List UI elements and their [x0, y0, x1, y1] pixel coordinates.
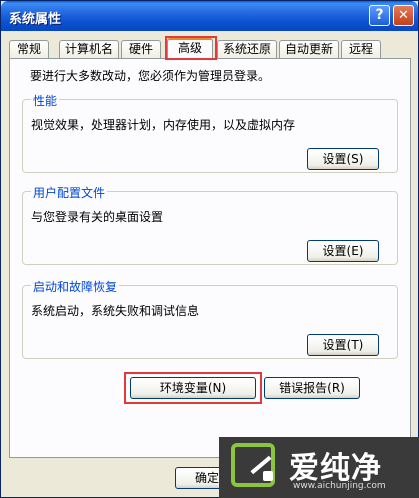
watermark-url: www.aichunjing.com: [293, 481, 386, 491]
tab-advanced[interactable]: 高级: [167, 38, 213, 59]
tab-system-restore[interactable]: 系统还原: [217, 40, 277, 58]
user-profiles-settings-button[interactable]: 设置(E): [307, 240, 379, 262]
system-properties-window: 系统属性 ? ✕ 常规 计算机名 硬件 高级 系统还原 自动更新 远程 要进行大…: [0, 0, 419, 498]
performance-group: 性能 视觉效果，处理器计划，内存使用，以及虚拟内存 设置(S): [22, 92, 398, 173]
advanced-panel: 要进行大多数改动，您必须作为管理员登录。 性能 视觉效果，处理器计划，内存使用，…: [9, 58, 411, 458]
tab-automatic-updates[interactable]: 自动更新: [279, 40, 339, 58]
tab-strip: 常规 计算机名 硬件 高级 系统还原 自动更新 远程: [9, 36, 409, 60]
watermark: 爱纯净 www.aichunjing.com: [219, 437, 419, 498]
window-title: 系统属性: [9, 12, 62, 27]
title-bar[interactable]: 系统属性 ? ✕: [1, 1, 418, 31]
user-profiles-description: 与您登录有关的桌面设置: [31, 210, 164, 224]
tab-remote[interactable]: 远程: [341, 40, 381, 58]
performance-description: 视觉效果，处理器计划，内存使用，以及虚拟内存: [31, 118, 296, 132]
tab-computer-name[interactable]: 计算机名: [59, 40, 119, 58]
help-button[interactable]: ?: [369, 5, 390, 26]
startup-recovery-title: 启动和故障恢复: [31, 278, 120, 295]
user-profiles-group: 用户配置文件 与您登录有关的桌面设置 设置(E): [22, 184, 398, 265]
startup-recovery-group: 启动和故障恢复 系统启动，系统失败和调试信息 设置(T): [22, 278, 398, 359]
user-profiles-title: 用户配置文件: [31, 184, 108, 201]
admin-note: 要进行大多数改动，您必须作为管理员登录。: [30, 69, 271, 83]
watermark-logo-icon: [231, 443, 275, 487]
close-button[interactable]: ✕: [393, 5, 414, 26]
startup-recovery-description: 系统启动，系统失败和调试信息: [31, 304, 200, 318]
tab-general[interactable]: 常规: [9, 40, 49, 58]
performance-title: 性能: [31, 92, 60, 109]
startup-recovery-settings-button[interactable]: 设置(T): [307, 334, 379, 356]
tab-hardware[interactable]: 硬件: [121, 40, 161, 58]
performance-settings-button[interactable]: 设置(S): [307, 148, 379, 170]
environment-variables-button[interactable]: 环境变量(N): [130, 377, 256, 399]
error-reporting-button[interactable]: 错误报告(R): [264, 377, 360, 399]
